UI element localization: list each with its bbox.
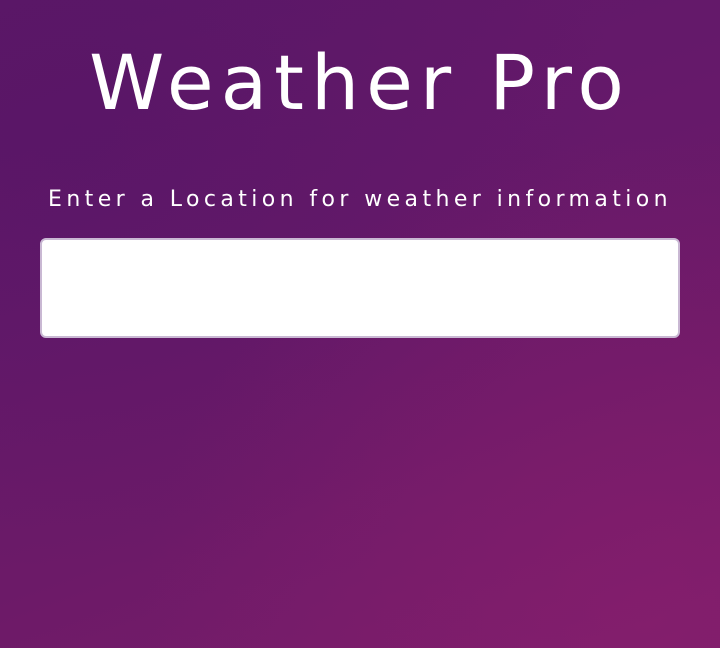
location-prompt-label: Enter a Location for weather information <box>48 187 672 212</box>
app-title: Weather Pro <box>89 38 631 127</box>
weather-app: Weather Pro Enter a Location for weather… <box>0 0 720 648</box>
location-input[interactable] <box>40 238 680 338</box>
